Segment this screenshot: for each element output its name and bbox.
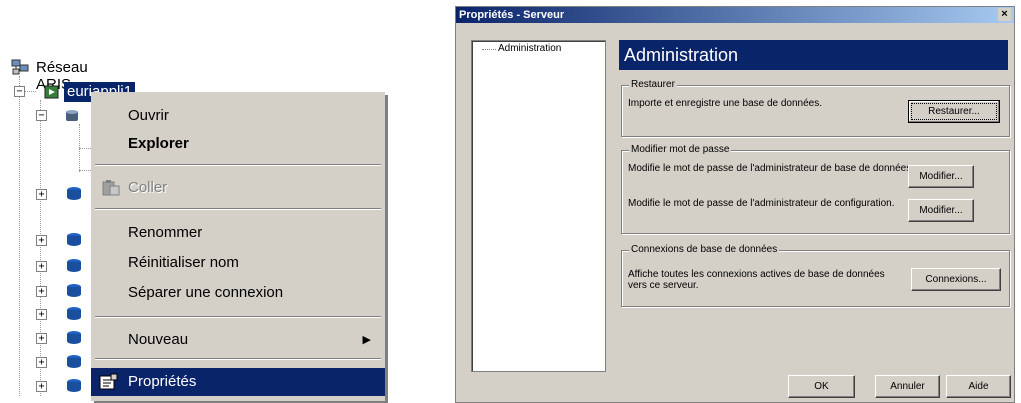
dialog-title: Propriétés - Serveur	[459, 9, 565, 21]
database-icon	[67, 307, 81, 320]
collapse-expander[interactable]: −	[14, 86, 25, 97]
database-icon	[67, 355, 81, 368]
database-icon	[67, 187, 81, 200]
expand-expander[interactable]: +	[36, 286, 47, 297]
group-connections: Connexions de base de données Affiche to…	[621, 244, 1010, 307]
expand-expander[interactable]: +	[36, 261, 47, 272]
database-icon	[67, 331, 81, 344]
menu-item-explore[interactable]: Explorer	[91, 130, 385, 158]
database-icon	[67, 379, 81, 392]
restore-description: Importe et enregistre une base de donnée…	[628, 98, 823, 109]
connections-button[interactable]: Connexions...	[911, 268, 1001, 291]
menu-separator	[95, 358, 381, 360]
menu-item-reset-name[interactable]: Réinitialiser nom	[91, 249, 385, 277]
database-icon	[67, 284, 81, 297]
database-icon	[66, 110, 78, 121]
expand-expander[interactable]: +	[36, 333, 47, 344]
menu-item-new[interactable]: Nouveau ▶	[91, 326, 385, 354]
restore-button[interactable]: Restaurer...	[908, 100, 1000, 123]
menu-item-properties[interactable]: Propriétés	[91, 368, 385, 396]
database-icon	[67, 233, 81, 246]
expand-expander[interactable]: +	[36, 357, 47, 368]
section-header: Administration	[619, 40, 1008, 70]
menu-item-rename[interactable]: Renommer	[91, 219, 385, 247]
group-password: Modifier mot de passe Modifie le mot de …	[621, 144, 1010, 234]
context-menu: Ouvrir Explorer Coller Renommer Réinitia…	[91, 92, 385, 401]
connections-description-line2: vers ce serveur.	[628, 280, 699, 291]
submenu-arrow-icon: ▶	[362, 334, 371, 346]
modify-config-admin-password-button[interactable]: Modifier...	[908, 199, 974, 222]
expand-expander[interactable]: +	[36, 189, 47, 200]
help-button[interactable]: Aide	[946, 375, 1011, 398]
modify-db-admin-password-button[interactable]: Modifier...	[908, 165, 974, 188]
dialog-titlebar[interactable]: Propriétés - Serveur ×	[456, 7, 1014, 23]
close-button[interactable]: ×	[998, 8, 1011, 21]
database-icon	[67, 259, 81, 272]
close-icon: ×	[1001, 8, 1008, 20]
menu-item-paste[interactable]: Coller	[91, 174, 385, 202]
menu-item-open[interactable]: Ouvrir	[91, 102, 385, 130]
settings-nav-panel: Administration	[471, 40, 606, 372]
properties-icon	[99, 373, 118, 390]
clipboard-icon	[102, 180, 120, 196]
expand-expander[interactable]: +	[36, 381, 47, 392]
menu-item-disconnect[interactable]: Séparer une connexion	[91, 279, 385, 307]
db-admin-password-description: Modifie le mot de passe de l'administrat…	[628, 163, 914, 174]
expand-expander[interactable]: +	[36, 309, 47, 320]
group-password-legend: Modifier mot de passe	[629, 144, 732, 155]
server-icon	[44, 85, 59, 99]
menu-separator	[95, 164, 381, 166]
network-icon	[11, 59, 29, 75]
nav-item-administration[interactable]: Administration	[481, 43, 561, 54]
menu-separator	[95, 208, 381, 210]
expand-expander[interactable]: +	[36, 235, 47, 246]
group-connections-legend: Connexions de base de données	[629, 244, 780, 255]
config-admin-password-description: Modifie le mot de passe de l'administrat…	[628, 198, 895, 209]
ok-button[interactable]: OK	[788, 375, 855, 398]
group-restore-legend: Restaurer	[629, 79, 677, 90]
properties-dialog: Propriétés - Serveur × Administration Ad…	[455, 6, 1015, 403]
group-restore: Restaurer Importe et enregistre une base…	[621, 79, 1010, 137]
connections-description-line1: Affiche toutes les connexions actives de…	[628, 269, 885, 280]
cancel-button[interactable]: Annuler	[875, 375, 940, 398]
menu-separator	[95, 316, 381, 318]
collapse-expander[interactable]: −	[36, 110, 47, 121]
